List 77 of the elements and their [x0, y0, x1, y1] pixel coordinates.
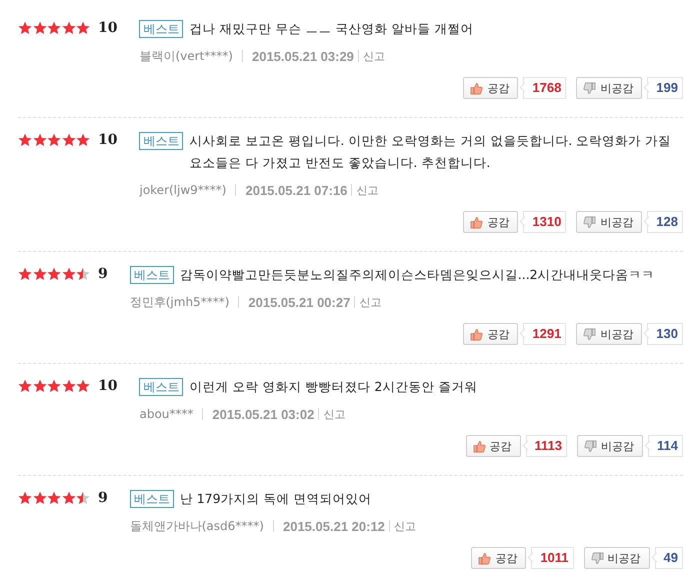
- best-badge: 베스트: [139, 132, 184, 150]
- comment-date: 2015.05.21 03:02: [212, 406, 314, 422]
- comment-date: 2015.05.21 03:29: [252, 48, 354, 64]
- thumbs-down-icon: [583, 328, 596, 340]
- thumbs-up-icon: [470, 328, 484, 340]
- like-button[interactable]: 공감: [463, 323, 518, 345]
- dislike-button[interactable]: 비공감: [584, 547, 650, 569]
- star-icon: [18, 491, 32, 505]
- report-link[interactable]: 신고: [356, 182, 378, 198]
- star-icon: [18, 267, 32, 281]
- author-name: abou****: [139, 407, 194, 421]
- author-name: joker(ljw9****): [139, 183, 226, 197]
- dislike-button[interactable]: 비공감: [576, 323, 642, 345]
- report-link[interactable]: 신고: [362, 48, 385, 64]
- comment-text: 난 179가지의 독에 면역되어있어: [180, 490, 373, 508]
- star-icon: [18, 21, 32, 35]
- like-button[interactable]: 공감: [463, 211, 518, 233]
- author-name: 블랙이(vert****): [139, 48, 233, 64]
- author-name: 정민후(jmh5****): [130, 294, 230, 310]
- star-icon: [32, 379, 46, 393]
- star-icon: [76, 21, 90, 35]
- report-link[interactable]: 신고: [323, 406, 346, 422]
- thumbs-up-icon: [470, 216, 484, 228]
- star-icon: [32, 133, 46, 147]
- thumbs-down-icon: [590, 552, 604, 564]
- like-button[interactable]: 공감: [471, 547, 526, 569]
- thumbs-down-icon: [584, 440, 598, 452]
- thumbs-up-icon: [470, 82, 484, 94]
- star-icon: [76, 133, 90, 147]
- rating-score: 10: [98, 132, 118, 148]
- star-icon: [62, 133, 76, 147]
- report-link[interactable]: 신고: [394, 518, 416, 534]
- thumbs-down-icon: [583, 82, 596, 94]
- like-button[interactable]: 공감: [463, 77, 518, 99]
- star-icon: [18, 133, 32, 147]
- dislike-count: 49: [654, 547, 683, 569]
- star-icon: [47, 133, 61, 147]
- star-icon: [32, 21, 46, 35]
- star-icon: [47, 267, 61, 281]
- thumbs-down-icon: [583, 216, 596, 228]
- comment-text: 시사회로 보고온 평입니다. 이만한 오락영화는 거의 없을듯합니다. 오락영화가 가질 요소들은 다 가졌고 반전도 좋았습니다. 추천합니다.: [189, 132, 672, 172]
- author-name: 돌체앤가바나(asd6****): [130, 518, 264, 534]
- best-badge: 베스트: [130, 490, 174, 508]
- star-icon: [62, 491, 76, 505]
- like-button[interactable]: 공감: [466, 435, 521, 457]
- report-link[interactable]: 신고: [359, 294, 382, 310]
- star-icon: [47, 379, 61, 393]
- best-badge: 베스트: [139, 378, 184, 396]
- comment-text: 이런게 오락 영화지 빵빵터졌다 2시간동안 즐거워: [189, 378, 478, 396]
- best-badge: 베스트: [139, 20, 184, 38]
- rating-score: 9: [98, 266, 108, 282]
- like-count: 1113: [526, 435, 568, 457]
- dislike-button[interactable]: 비공감: [576, 211, 642, 233]
- comment-date: 2015.05.21 07:16: [245, 182, 348, 198]
- comment-date: 2015.05.21 20:12: [282, 518, 385, 534]
- star-icon: [47, 21, 61, 35]
- star-icon: [76, 379, 90, 393]
- star-icon: [32, 491, 46, 505]
- rating-score: 9: [98, 490, 108, 506]
- star-icon: [47, 491, 61, 505]
- star-icon: [32, 267, 46, 281]
- rating-score: 10: [98, 378, 118, 394]
- star-icon: [76, 491, 90, 505]
- star-icon: [76, 267, 90, 281]
- comment-text: 감독이약빨고만든듯분노의질주의제이슨스타뎀은잊으시길...2시간내내웃다옴ㅋㅋ: [180, 266, 656, 284]
- dislike-button[interactable]: 비공감: [576, 77, 642, 99]
- comment-date: 2015.05.21 00:27: [248, 294, 350, 310]
- rating-score: 10: [98, 20, 118, 36]
- dislike-button[interactable]: 비공감: [577, 435, 644, 457]
- thumbs-up-icon: [472, 440, 486, 452]
- best-badge: 베스트: [130, 266, 174, 284]
- comment-text: 겁나 재밌구만 무슨 ㅡㅡ 국산영화 알바들 개쩔어: [189, 20, 474, 38]
- star-icon: [62, 379, 76, 393]
- star-icon: [62, 267, 76, 281]
- star-icon: [18, 379, 32, 393]
- thumbs-up-icon: [478, 552, 492, 564]
- star-icon: [62, 21, 76, 35]
